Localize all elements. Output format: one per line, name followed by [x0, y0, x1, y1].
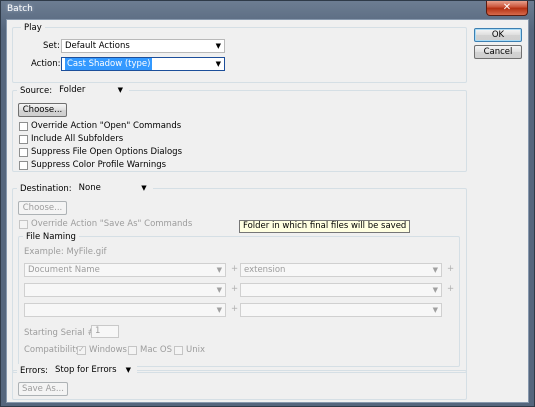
checkbox-box[interactable] — [19, 121, 28, 131]
set-label: Set: — [43, 41, 60, 51]
naming-field-1-value: Document Name — [28, 265, 100, 275]
plus-sign: + — [231, 284, 239, 294]
source-legend: Source: Folder ▼ — [17, 84, 130, 98]
destination-group: Destination: None ▼ Choose... Override A… — [12, 182, 467, 373]
checkbox-box[interactable] — [19, 147, 28, 157]
checkbox-box[interactable] — [19, 134, 28, 144]
errors-dropdown[interactable]: Stop for Errors ▼ — [52, 364, 134, 378]
plus-sign: + — [231, 304, 239, 314]
naming-field-2-value: extension — [244, 265, 286, 275]
compat-windows-checkbox[interactable]: Windows — [77, 344, 127, 356]
plus-sign: + — [447, 264, 455, 274]
destination-choose-button[interactable]: Choose... — [18, 201, 67, 215]
source-dropdown[interactable]: Folder ▼ — [56, 84, 126, 98]
checkbox-box[interactable] — [128, 345, 137, 355]
set-dropdown[interactable]: Default Actions ▼ — [61, 39, 225, 53]
save-as-button[interactable]: Save As... — [18, 382, 68, 396]
serial-label: Starting Serial #: — [24, 328, 98, 338]
override-save-as-checkbox[interactable]: Override Action "Save As" Commands — [19, 218, 192, 230]
compat-windows-label: Windows — [89, 345, 127, 355]
naming-field-3[interactable]: ▼ — [24, 283, 226, 297]
override-open-label: Override Action "Open" Commands — [31, 121, 182, 131]
source-value: Folder — [59, 84, 86, 95]
source-label: Source: — [20, 85, 53, 96]
compat-macos-checkbox[interactable]: Mac OS — [128, 344, 172, 356]
naming-field-4[interactable]: ▼ — [240, 283, 442, 297]
checkbox-box[interactable] — [174, 345, 183, 355]
destination-legend: Destination: None ▼ — [17, 182, 153, 195]
action-dropdown[interactable]: Cast Shadow (type) ▼ — [61, 57, 225, 71]
source-group: Source: Folder ▼ Choose... Override Acti… — [12, 84, 467, 172]
source-choose-button[interactable]: Choose... — [18, 103, 67, 117]
play-legend-text: Play — [24, 22, 42, 33]
compat-unix-checkbox[interactable]: Unix — [174, 344, 205, 356]
file-naming-group: File Naming Example: MyFile.gif Document… — [18, 230, 460, 367]
chevron-down-icon: ▼ — [432, 286, 438, 294]
suppress-color-warnings-label: Suppress Color Profile Warnings — [31, 160, 167, 170]
suppress-open-dialogs-checkbox[interactable]: Suppress File Open Options Dialogs — [19, 146, 182, 158]
chevron-down-icon: ▼ — [216, 266, 222, 274]
chevron-down-icon: ▼ — [141, 183, 147, 192]
compat-unix-label: Unix — [186, 345, 206, 355]
compat-macos-label: Mac OS — [140, 345, 173, 355]
title-bar: Batch — [1, 1, 534, 18]
tooltip: Folder in which final files will be save… — [239, 220, 411, 233]
suppress-color-warnings-checkbox[interactable]: Suppress Color Profile Warnings — [19, 159, 166, 171]
chevron-down-icon: ▼ — [432, 306, 438, 314]
destination-label: Destination: — [20, 183, 72, 194]
file-naming-legend-text: File Naming — [26, 231, 76, 242]
chevron-down-icon: ▼ — [216, 306, 222, 314]
suppress-open-dialogs-label: Suppress File Open Options Dialogs — [31, 147, 182, 157]
plus-sign: + — [231, 264, 239, 274]
errors-value: Stop for Errors — [55, 364, 117, 375]
chevron-down-icon: ▼ — [432, 266, 438, 274]
destination-dropdown[interactable]: None ▼ — [76, 182, 150, 196]
cancel-button[interactable]: Cancel — [474, 45, 522, 59]
dialog-client-area: Play Set: Default Actions ▼ Action: Cast… — [6, 19, 529, 403]
ok-button[interactable]: OK — [474, 28, 522, 42]
plus-sign: + — [447, 284, 455, 294]
override-save-as-label: Override Action "Save As" Commands — [31, 219, 193, 229]
action-value: Cast Shadow (type) — [65, 58, 153, 70]
chevron-down-icon: ▼ — [215, 60, 221, 68]
naming-field-2[interactable]: extension ▼ — [240, 263, 442, 277]
batch-dialog: Batch ✕ Play Set: Default Actions ▼ Acti… — [0, 0, 535, 407]
include-subfolders-label: Include All Subfolders — [31, 134, 124, 144]
window-title: Batch — [7, 4, 33, 14]
close-icon: ✕ — [502, 2, 512, 13]
errors-legend: Errors: Stop for Errors ▼ — [17, 364, 138, 378]
include-subfolders-checkbox[interactable]: Include All Subfolders — [19, 133, 123, 145]
play-legend: Play — [21, 21, 45, 34]
chevron-down-icon: ▼ — [117, 85, 124, 94]
errors-group: Errors: Stop for Errors ▼ Save As... — [12, 364, 467, 400]
naming-field-5[interactable]: ▼ — [24, 303, 226, 317]
serial-input[interactable]: 1 — [91, 325, 119, 338]
naming-field-1[interactable]: Document Name ▼ — [24, 263, 226, 277]
checkbox-box[interactable] — [77, 344, 86, 356]
chevron-down-icon: ▼ — [215, 42, 221, 50]
checkbox-box[interactable] — [19, 219, 28, 229]
destination-value: None — [78, 182, 101, 193]
play-group: Play Set: Default Actions ▼ Action: Cast… — [12, 21, 467, 83]
naming-field-6[interactable]: ▼ — [240, 303, 442, 317]
chevron-down-icon: ▼ — [216, 286, 222, 294]
override-open-checkbox[interactable]: Override Action "Open" Commands — [19, 120, 181, 132]
example-text: Example: MyFile.gif — [24, 247, 107, 257]
close-button[interactable]: ✕ — [486, 1, 528, 16]
errors-label: Errors: — [20, 365, 49, 376]
file-naming-legend: File Naming — [23, 230, 79, 243]
action-label: Action: — [31, 59, 61, 69]
compatibility-label: Compatibility: — [24, 345, 83, 355]
chevron-down-icon: ▼ — [125, 365, 132, 374]
checkbox-box[interactable] — [19, 160, 28, 170]
set-value: Default Actions — [65, 41, 130, 51]
